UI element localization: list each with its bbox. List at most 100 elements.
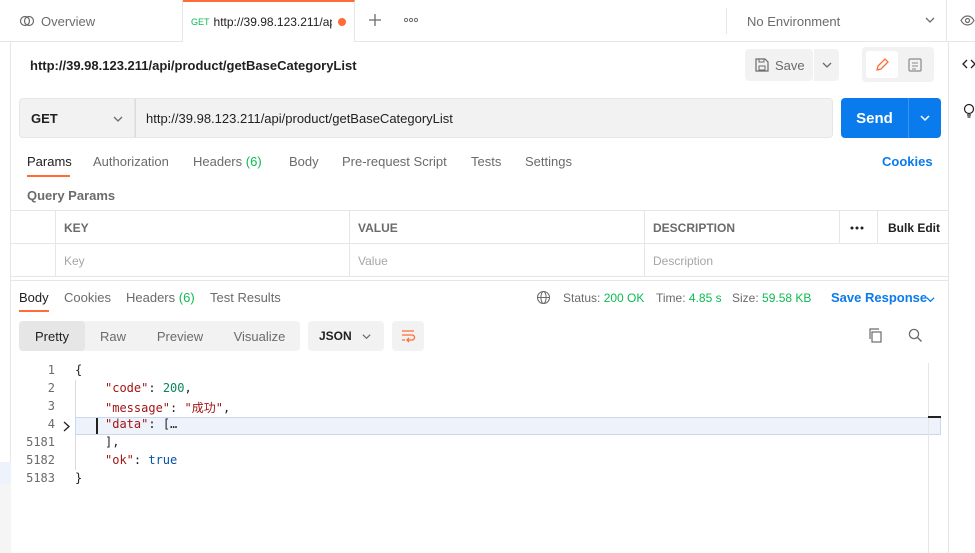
line-number: 4 [47, 417, 55, 431]
table-header-row [11, 211, 949, 244]
response-tab-headers-count: (6) [178, 290, 195, 305]
tab-url: http://39.98.123.211/api/product/getBase… [213, 15, 332, 29]
chevron-down-icon [924, 14, 936, 29]
send-button[interactable]: Send [841, 98, 908, 138]
line-number: 1 [47, 363, 55, 377]
info-lightbulb-icon[interactable] [962, 103, 975, 122]
word-wrap-icon[interactable] [392, 321, 424, 351]
column-header-description: DESCRIPTION [653, 220, 736, 235]
response-divider [11, 280, 949, 281]
status-label: Status: [563, 291, 601, 305]
column-header-key: KEY [64, 220, 89, 235]
fold-chevron-right-icon[interactable] [62, 420, 71, 435]
copy-icon[interactable] [867, 327, 884, 347]
code-key: "data": [… [105, 417, 178, 431]
overview-icon [19, 13, 35, 29]
size-value: 59.58 KB [762, 291, 812, 305]
value-input[interactable]: Value [349, 244, 388, 277]
response-tab-body[interactable]: Body [19, 290, 49, 305]
text-cursor [96, 418, 98, 434]
time-label: Time: [656, 291, 686, 305]
environment-select[interactable]: No Environment [737, 0, 947, 42]
network-globe-icon[interactable] [536, 290, 551, 308]
code-key: "message": "成功", [105, 401, 231, 415]
size-label: Size: [732, 291, 759, 305]
bulk-edit-button[interactable]: Bulk Edit [879, 211, 940, 244]
response-time[interactable]: Time: 4.85 s [656, 291, 722, 305]
scrollbar-position-marker [928, 416, 941, 418]
language-value: JSON [319, 329, 352, 343]
save-response-chevron-icon[interactable] [925, 293, 936, 308]
code-text: } [75, 471, 83, 485]
tab-tests[interactable]: Tests [471, 154, 501, 169]
view-visualize-button[interactable]: Visualize [219, 321, 300, 351]
line-number: 5183 [26, 471, 55, 485]
save-dropdown-chevron-icon[interactable] [814, 49, 839, 81]
current-line-highlight [75, 417, 941, 435]
key-input[interactable]: Key [55, 244, 85, 277]
response-tab-headers-label: Headers [126, 290, 176, 305]
line-number: 5181 [26, 435, 55, 449]
save-button[interactable]: Save [745, 49, 813, 81]
view-preview-button[interactable]: Preview [141, 321, 219, 351]
save-label: Save [775, 57, 805, 73]
tab-overview[interactable]: Overview [11, 0, 183, 42]
url-input[interactable]: http://39.98.123.211/api/product/getBase… [135, 98, 833, 138]
line-number: 3 [47, 399, 55, 413]
request-name[interactable]: http://39.98.123.211/api/product/getBase… [30, 58, 357, 73]
column-divider [839, 211, 840, 244]
code-key: "ok": true [105, 453, 178, 467]
search-icon[interactable] [907, 327, 924, 347]
response-status[interactable]: Status: 200 OK [563, 291, 644, 305]
code-text: { [75, 363, 83, 377]
more-tabs-icon[interactable] [402, 11, 420, 29]
view-raw-button[interactable]: Raw [85, 321, 141, 351]
tab-headers-count: (6) [245, 154, 262, 169]
environment-label: No Environment [747, 13, 841, 29]
language-select[interactable]: JSON [308, 321, 384, 351]
query-params-title: Query Params [27, 188, 116, 203]
response-tab-cookies[interactable]: Cookies [64, 290, 111, 305]
tab-overview-label: Overview [41, 13, 96, 29]
new-tab-plus-icon[interactable] [366, 11, 384, 29]
response-active-tab-indicator [19, 310, 49, 312]
tab-headers-label: Headers [193, 154, 243, 169]
line-number: 2 [47, 381, 55, 395]
response-tab-test-results[interactable]: Test Results [210, 290, 281, 305]
tab-settings[interactable]: Settings [525, 154, 572, 169]
status-value: 200 OK [603, 291, 645, 305]
chevron-down-icon [361, 331, 372, 345]
vertical-scrollbar[interactable] [928, 363, 941, 553]
view-pretty-button[interactable]: Pretty [19, 321, 85, 351]
documentation-icon[interactable] [899, 51, 931, 78]
tab-body[interactable]: Body [289, 154, 319, 169]
gutter-footer [0, 484, 11, 553]
code-snippet-icon[interactable] [962, 57, 975, 74]
save-response-button[interactable]: Save Response [831, 290, 927, 305]
save-disk-icon [755, 58, 769, 72]
edit-pencil-icon[interactable] [866, 51, 898, 78]
send-dropdown-chevron-icon[interactable] [908, 98, 941, 138]
column-divider [877, 211, 878, 244]
chevron-down-icon [112, 113, 124, 128]
method-value: GET [31, 110, 58, 126]
tab-active-request[interactable]: GET http://39.98.123.211/api/product/get… [183, 0, 355, 42]
unsaved-dot-icon[interactable] [337, 18, 346, 26]
tab-separator [726, 8, 727, 34]
tab-headers[interactable]: Headers (6) [193, 154, 262, 169]
response-size[interactable]: Size: 59.58 KB [732, 291, 811, 305]
column-header-value: VALUE [358, 220, 398, 235]
table-options-icon[interactable] [841, 211, 864, 244]
code-text: ], [105, 435, 120, 449]
code-key: "code": 200, [105, 381, 192, 395]
environment-quick-look-eye-icon[interactable] [960, 13, 975, 31]
description-input[interactable]: Description [644, 244, 713, 277]
cookies-link[interactable]: Cookies [882, 154, 933, 169]
tab-authorization[interactable]: Authorization [93, 154, 169, 169]
tab-params[interactable]: Params [27, 154, 72, 169]
tab-pre-request-script[interactable]: Pre-request Script [342, 154, 447, 169]
method-select[interactable]: GET [19, 98, 135, 138]
tab-method: GET [191, 17, 210, 27]
response-tab-headers[interactable]: Headers (6) [126, 290, 195, 305]
active-tab-indicator [27, 175, 70, 177]
